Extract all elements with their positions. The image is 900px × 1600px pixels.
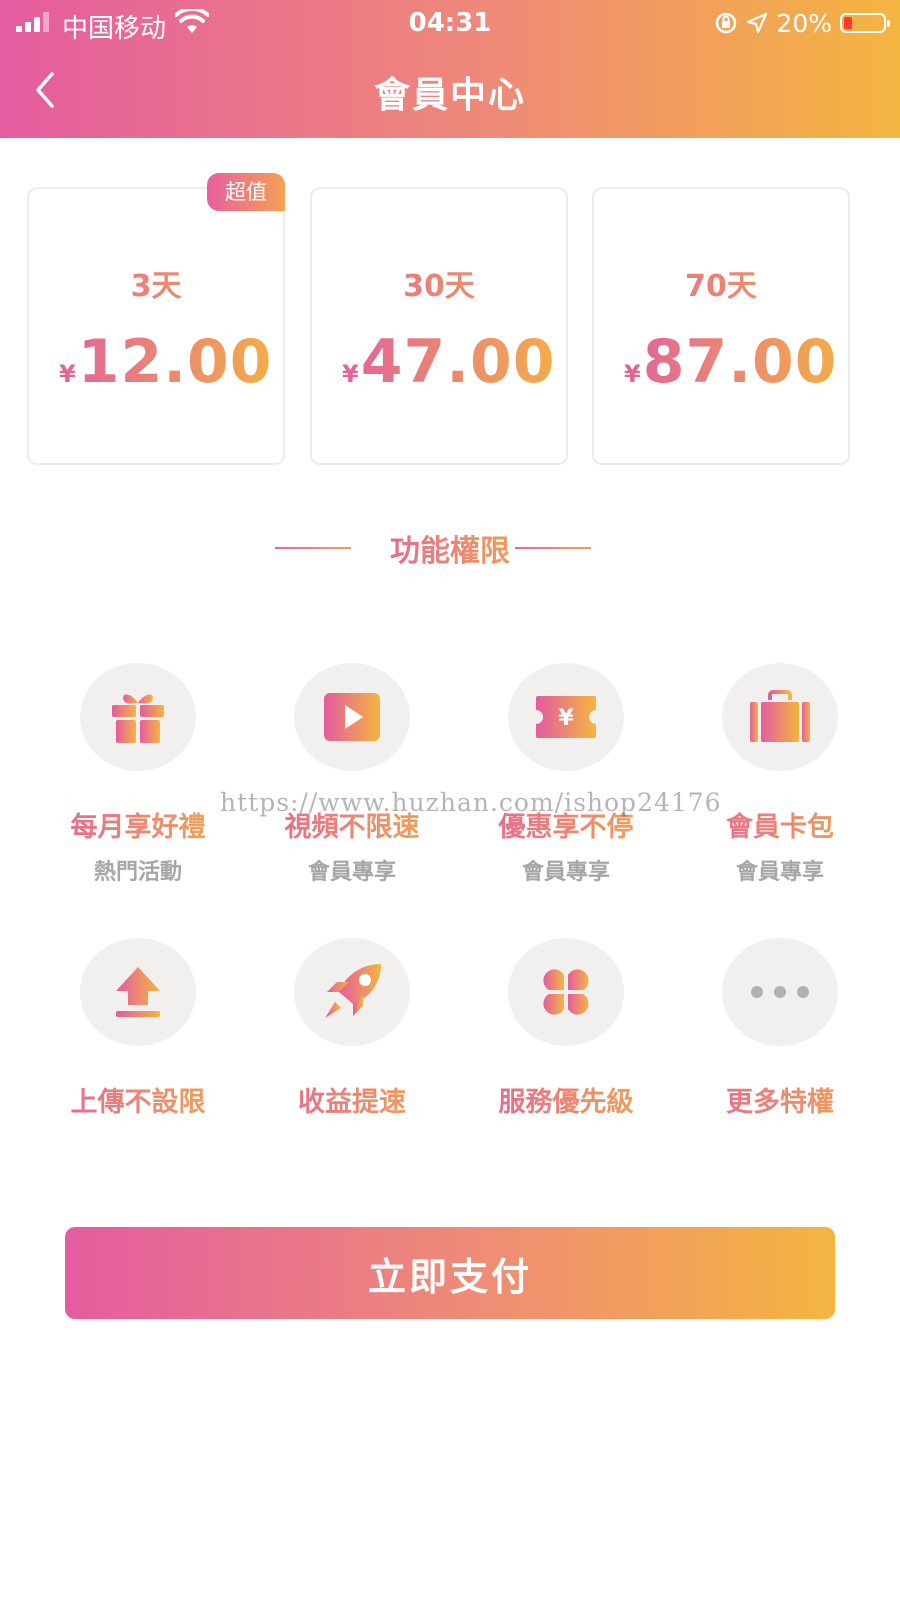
feature-earnings-boost[interactable]: 收益提速 [245,938,459,1119]
feature-icon-bg [508,938,624,1046]
feature-icon-bg: ¥ [508,663,624,771]
plan-duration: 30天 [312,261,566,305]
status-right: 20% [714,8,890,38]
price-amount: 47.00 [360,327,556,397]
more-icon [751,986,809,998]
plan-card-3-days[interactable]: 超值 3天 ¥ 12.00 [27,173,285,465]
pay-now-button[interactable]: 立即支付 [65,1227,835,1319]
svg-text:¥: ¥ [558,706,574,731]
feature-icon-bg [294,938,410,1046]
feature-card-wallet[interactable]: 會員卡包 會員專享 [673,663,887,886]
feature-icon-bg [80,663,196,771]
plan-price: ¥ 12.00 [59,327,273,397]
price-amount: 12.00 [77,327,273,397]
location-arrow-icon [747,12,768,34]
battery-percent: 20% [776,8,832,38]
gift-icon [112,694,164,743]
feature-icon-bg [722,663,838,771]
orientation-lock-icon [716,12,737,34]
feature-label: 視頻不限速 [245,805,459,844]
feature-discounts[interactable]: ¥ 優惠享不停 會員專享 [459,663,673,886]
feature-subtitle: 熱門活動 [93,860,182,885]
feature-more-privileges[interactable]: 更多特權 [673,938,887,1119]
status-bar: 中国移动 04:31 20% [0,0,900,45]
clover-icon [543,969,589,1015]
feature-video-unlimited[interactable]: 視頻不限速 會員專享 [245,663,459,886]
battery-level [844,17,852,29]
header: 中国移动 04:31 20% 會員中心 [0,0,900,138]
plan-price: ¥ 47.00 [342,327,556,397]
value-badge: 超值 [207,173,285,211]
plan-price: ¥ 87.00 [624,327,838,397]
feature-subtitle: 會員專享 [521,860,610,885]
feature-icon-bg [294,663,410,771]
briefcase-icon [750,690,810,742]
page-title: 會員中心 [373,75,526,116]
feature-icon-bg [722,938,838,1046]
price-amount: 87.00 [642,327,838,397]
feature-service-priority[interactable]: 服務優先級 [459,938,673,1119]
plan-duration: 70天 [594,261,848,305]
feature-label: 優惠享不停 [459,805,673,844]
currency-symbol: ¥ [624,360,641,388]
play-icon [324,693,380,741]
feature-label: 收益提速 [245,1080,459,1119]
feature-label: 更多特權 [673,1080,887,1119]
feature-label: 每月享好禮 [31,805,245,844]
rocket-icon [325,964,381,1018]
feature-monthly-gift[interactable]: 每月享好禮 熱門活動 [31,663,245,886]
feature-label: 服務優先級 [459,1080,673,1119]
currency-symbol: ¥ [342,360,359,388]
plan-card-30-days[interactable]: 30天 ¥ 47.00 [310,187,568,465]
plan-duration: 3天 [29,261,283,305]
feature-upload-unlimited[interactable]: 上傳不設限 [31,938,245,1119]
feature-label: 上傳不設限 [31,1080,245,1119]
currency-symbol: ¥ [59,360,76,388]
coupon-icon: ¥ [536,696,596,738]
feature-subtitle: 會員專享 [735,860,824,885]
plan-card-70-days[interactable]: 70天 ¥ 87.00 [592,187,850,465]
upload-icon [116,967,160,1017]
feature-subtitle: 會員專享 [307,860,396,885]
section-title: 功能權限 [0,526,900,570]
feature-label: 會員卡包 [673,805,887,844]
section-heading: 功能權限 [0,526,900,569]
battery-icon [840,13,890,33]
feature-icon-bg [80,938,196,1046]
divider-right [515,547,591,549]
